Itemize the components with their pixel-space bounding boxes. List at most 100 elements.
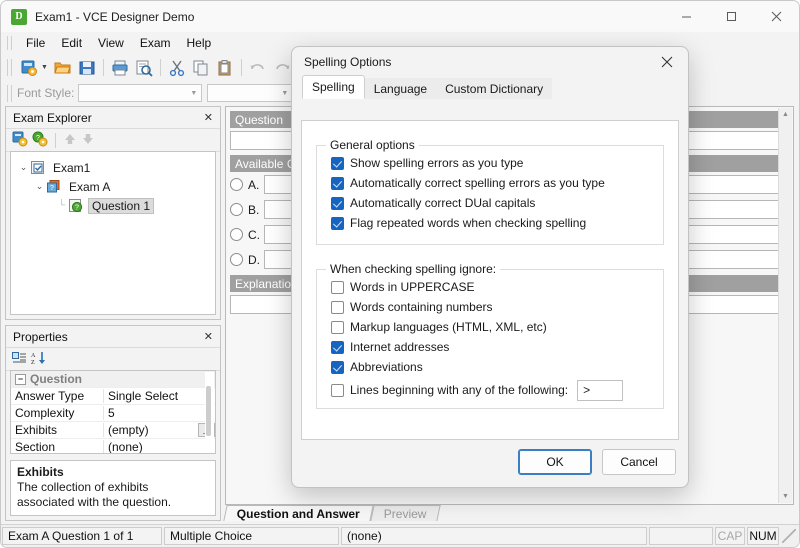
collapse-icon[interactable]: − xyxy=(15,373,26,385)
tab-spelling[interactable]: Spelling xyxy=(302,75,365,99)
paste-icon[interactable] xyxy=(214,57,236,79)
choice-letter-b: B. xyxy=(248,202,260,217)
checkbox-box[interactable] xyxy=(331,300,344,314)
font-size-combo[interactable]: ▼ xyxy=(207,84,294,102)
resize-grip[interactable] xyxy=(782,529,796,543)
checkbox-abbreviations[interactable]: Abbreviations xyxy=(317,357,663,377)
close-icon[interactable]: ✕ xyxy=(201,330,216,343)
table-row[interactable]: Answer Type Single Select xyxy=(11,388,215,405)
scroll-down-icon[interactable]: ▼ xyxy=(779,490,792,503)
properties-scrollbar[interactable] xyxy=(205,372,214,452)
checkbox-words-in-uppercase[interactable]: Words in UPPERCASE xyxy=(317,277,663,297)
svg-text:Z: Z xyxy=(31,360,35,365)
fontbar-grip[interactable] xyxy=(7,84,12,102)
checkbox-label: Abbreviations xyxy=(350,360,423,374)
new-dropdown-caret[interactable]: ▼ xyxy=(41,64,48,71)
property-description: Exhibits The collection of exhibits asso… xyxy=(10,460,216,516)
tab-question-and-answer[interactable]: Question and Answer xyxy=(223,505,374,521)
lines-beginning-input[interactable]: > xyxy=(577,379,624,401)
checkbox-markup-languages[interactable]: Markup languages (HTML, XML, etc) xyxy=(317,317,663,337)
svg-text:?: ? xyxy=(50,185,54,192)
property-value[interactable]: (none) xyxy=(103,440,215,453)
checkbox-box[interactable] xyxy=(331,360,344,374)
toolbar-separator xyxy=(240,59,242,76)
checkbox-words-containing-numbers[interactable]: Words containing numbers xyxy=(317,297,663,317)
property-value[interactable]: 5 xyxy=(103,406,215,420)
property-category-question[interactable]: − Question xyxy=(11,371,215,388)
checkbox-box[interactable] xyxy=(331,176,344,190)
checkbox-box[interactable] xyxy=(331,216,344,230)
property-value[interactable]: (empty) ... xyxy=(103,423,215,437)
cancel-button[interactable]: Cancel xyxy=(602,449,676,475)
font-family-combo[interactable]: ▼ xyxy=(78,84,203,102)
menu-item-file[interactable]: File xyxy=(18,33,53,53)
alphabetical-icon[interactable]: A Z xyxy=(31,351,46,368)
checkbox-box[interactable] xyxy=(331,156,344,170)
new-exam-icon[interactable] xyxy=(18,57,40,79)
dialog-title: Spelling Options xyxy=(304,55,392,69)
scroll-up-icon[interactable]: ▲ xyxy=(779,108,792,121)
status-badge-num: NUM xyxy=(747,527,779,545)
checkbox-label: Automatically correct DUal capitals xyxy=(350,196,536,210)
chevron-down-icon[interactable]: ⌄ xyxy=(17,162,30,173)
categorized-icon[interactable] xyxy=(12,351,27,368)
scrollbar-thumb[interactable] xyxy=(206,386,211,436)
choice-radio-c[interactable] xyxy=(230,228,243,241)
tree-node-exam-a[interactable]: ⌄ ? Exam A xyxy=(15,177,211,196)
maximize-icon[interactable] xyxy=(709,1,754,32)
checkbox-auto-correct-spelling[interactable]: Automatically correct spelling errors as… xyxy=(317,173,663,193)
exam-tree[interactable]: ⌄ Exam1 ⌄ ? Exam A └ ? Question 1 xyxy=(10,151,216,315)
ok-button[interactable]: OK xyxy=(518,449,592,475)
checkbox-show-spelling-errors[interactable]: Show spelling errors as you type xyxy=(317,153,663,173)
open-icon[interactable] xyxy=(52,57,74,79)
choice-radio-b[interactable] xyxy=(230,203,243,216)
checkbox-box[interactable] xyxy=(331,383,344,397)
copy-icon[interactable] xyxy=(190,57,212,79)
tab-preview[interactable]: Preview xyxy=(370,505,441,521)
menu-grip[interactable] xyxy=(7,36,12,50)
add-exam-icon[interactable] xyxy=(12,131,28,150)
checkbox-box[interactable] xyxy=(331,340,344,354)
checkbox-label: Words in UPPERCASE xyxy=(350,280,475,294)
minimize-icon[interactable] xyxy=(664,1,709,32)
choice-radio-d[interactable] xyxy=(230,253,243,266)
properties-grid[interactable]: − Question Answer Type Single Select Com… xyxy=(10,370,216,454)
tree-node-question-1[interactable]: └ ? Question 1 xyxy=(15,196,211,215)
property-name: Section xyxy=(15,440,56,454)
tree-node-exam1[interactable]: ⌄ Exam1 xyxy=(15,158,211,177)
table-row[interactable]: Section (none) xyxy=(11,439,215,454)
editor-scrollbar[interactable]: ▲ ▼ xyxy=(778,108,792,503)
tab-custom-dictionary[interactable]: Custom Dictionary xyxy=(436,78,553,99)
save-icon[interactable] xyxy=(76,57,98,79)
checkbox-auto-correct-dual-capitals[interactable]: Automatically correct DUal capitals xyxy=(317,193,663,213)
print-preview-icon[interactable] xyxy=(133,57,155,79)
checkbox-label: Flag repeated words when checking spelli… xyxy=(350,216,587,230)
menu-item-view[interactable]: View xyxy=(90,33,132,53)
close-icon[interactable] xyxy=(754,1,799,32)
checkbox-box[interactable] xyxy=(331,320,344,334)
table-row[interactable]: Complexity 5 xyxy=(11,405,215,422)
print-icon[interactable] xyxy=(109,57,131,79)
cut-icon[interactable] xyxy=(166,57,188,79)
choice-radio-a[interactable] xyxy=(230,178,243,191)
menu-item-edit[interactable]: Edit xyxy=(53,33,90,53)
close-icon[interactable]: ✕ xyxy=(201,111,216,124)
toolbar-grip[interactable] xyxy=(7,59,12,76)
close-icon[interactable] xyxy=(654,50,680,74)
tab-label: Preview xyxy=(383,506,427,521)
checkbox-flag-repeated-words[interactable]: Flag repeated words when checking spelli… xyxy=(317,213,663,233)
menu-item-exam[interactable]: Exam xyxy=(132,33,179,53)
window-controls xyxy=(664,1,799,32)
property-value[interactable]: Single Select xyxy=(103,389,215,403)
property-name: Complexity xyxy=(15,406,75,420)
dialog-buttons: OK Cancel xyxy=(518,449,676,475)
add-question-icon[interactable]: ? xyxy=(32,131,48,150)
menu-item-help[interactable]: Help xyxy=(179,33,220,53)
checkbox-box[interactable] xyxy=(331,196,344,210)
chevron-down-icon[interactable]: ⌄ xyxy=(33,181,46,192)
checkbox-internet-addresses[interactable]: Internet addresses xyxy=(317,337,663,357)
tab-language[interactable]: Language xyxy=(364,78,437,99)
checkbox-box[interactable] xyxy=(331,280,344,294)
table-row[interactable]: Exhibits (empty) ... xyxy=(11,422,215,439)
properties-title: Properties xyxy=(13,329,68,344)
